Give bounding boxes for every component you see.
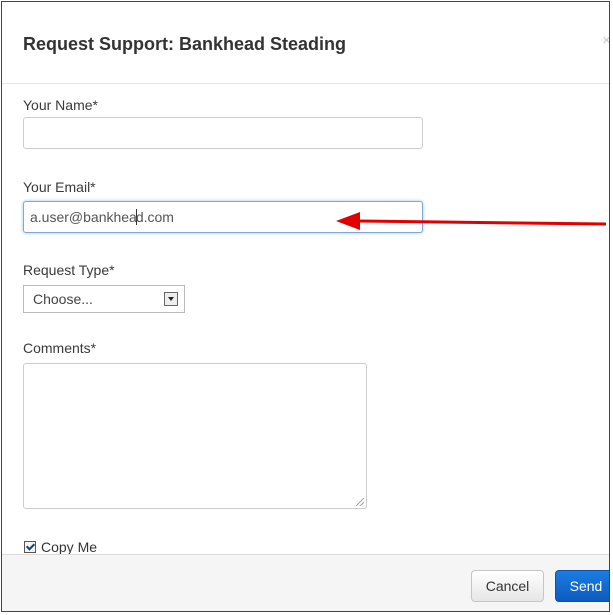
dialog-footer: Cancel Send (2, 554, 609, 611)
comments-label: Comments* (23, 340, 97, 356)
email-value-end: d.com (135, 209, 174, 225)
email-value-start: a.user@bankhea (30, 209, 137, 225)
request-type-label: Request Type* (23, 262, 115, 278)
resize-handle-icon[interactable] (356, 498, 364, 506)
cancel-button[interactable]: Cancel (471, 570, 544, 602)
copy-me-checkbox[interactable] (24, 541, 36, 553)
support-request-dialog: Request Support: Bankhead Steading × You… (1, 1, 610, 612)
close-icon[interactable]: × (602, 32, 609, 49)
copy-me-label: Copy Me (41, 539, 98, 555)
name-field[interactable] (23, 117, 423, 149)
email-field[interactable]: a.user@bankhead.com (23, 201, 423, 233)
request-type-value: Choose... (33, 291, 93, 307)
dialog-title: Request Support: Bankhead Steading (23, 34, 347, 54)
send-button[interactable]: Send (555, 570, 609, 602)
name-label: Your Name* (23, 97, 98, 113)
chevron-down-icon[interactable] (164, 292, 178, 306)
request-type-select[interactable]: Choose... (23, 285, 185, 313)
email-label: Your Email* (23, 179, 96, 195)
dialog-header: Request Support: Bankhead Steading × (2, 2, 609, 84)
comments-field[interactable] (23, 363, 367, 509)
